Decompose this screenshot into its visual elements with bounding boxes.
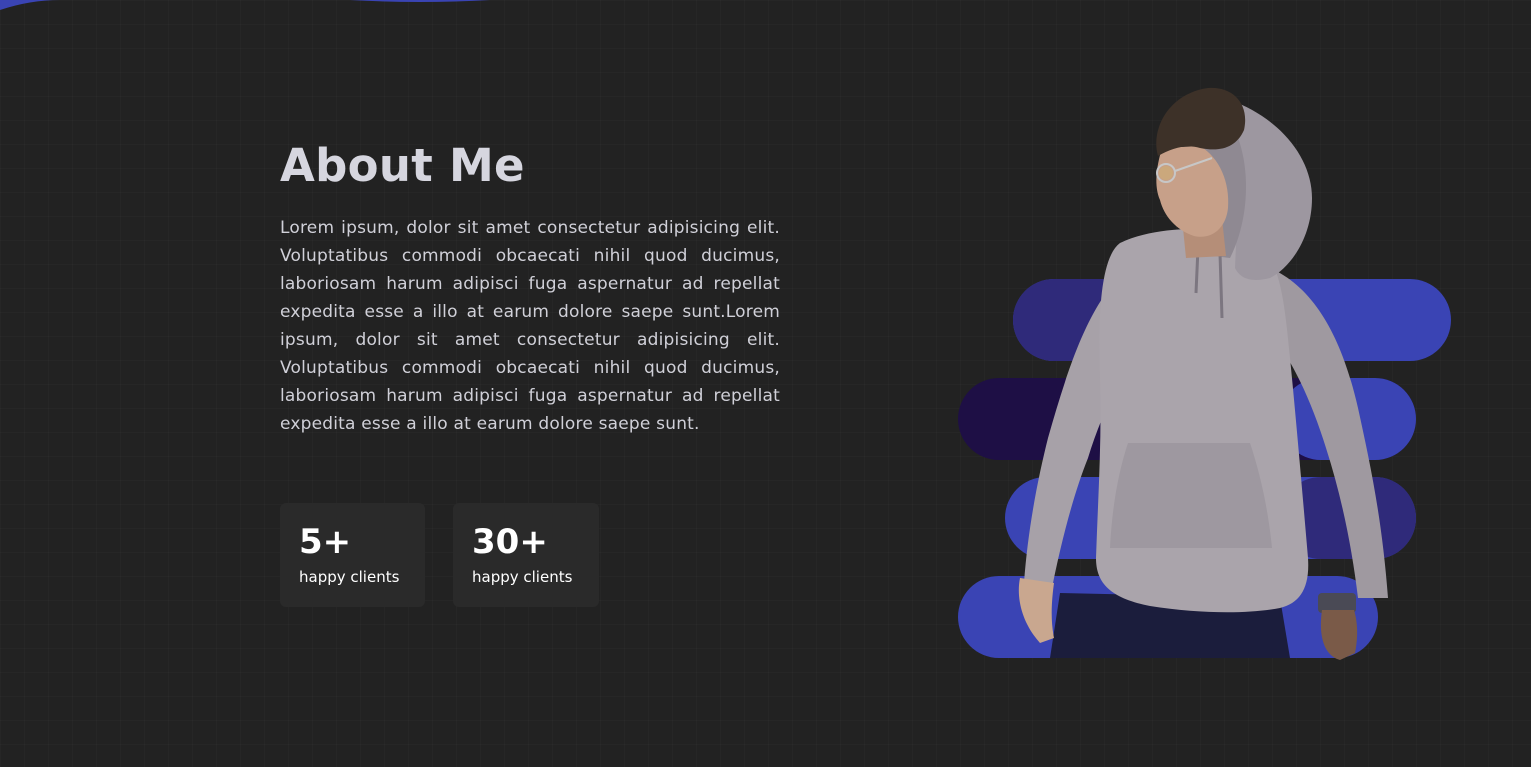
stat-value: 5+ <box>299 522 352 562</box>
stat-label: happy clients <box>472 568 573 586</box>
hero-illustration <box>958 87 1451 660</box>
stat-value: 30+ <box>472 522 548 562</box>
top-wave-decoration <box>0 0 490 10</box>
stats-row: 5+ happy clients 30+ happy clients <box>280 503 599 607</box>
stat-card: 5+ happy clients <box>280 503 425 607</box>
stat-card: 30+ happy clients <box>453 503 599 607</box>
about-section: About Me Lorem ipsum, dolor sit amet con… <box>280 138 780 438</box>
stat-label: happy clients <box>299 568 400 586</box>
person-in-hoodie-image <box>1018 87 1388 660</box>
about-paragraph: Lorem ipsum, dolor sit amet consectetur … <box>280 218 780 434</box>
about-title: About Me <box>280 139 525 192</box>
